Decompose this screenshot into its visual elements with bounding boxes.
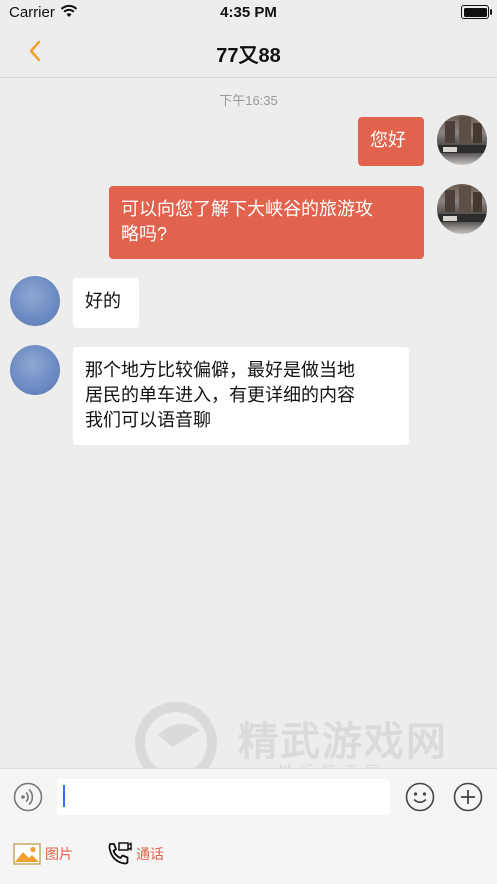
message-timestamp: 下午16:35: [219, 93, 278, 108]
phone-call-icon: [108, 842, 132, 865]
voice-icon[interactable]: [13, 782, 43, 817]
incoming-message[interactable]: 那个地方比较偏僻，最好是做当地 居民的单车进入，有更详细的内容 我们可以语音聊: [73, 347, 409, 445]
avatar[interactable]: [10, 345, 60, 395]
message-input[interactable]: [57, 779, 390, 815]
incoming-message[interactable]: 好的: [73, 278, 139, 328]
battery-icon: [461, 5, 492, 19]
page-title: 77又88: [216, 45, 281, 67]
status-bar: Carrier 4:35 PM: [0, 0, 497, 26]
outgoing-message[interactable]: 可以向您了解下大峡谷的旅游攻 略吗?: [109, 186, 424, 259]
message-line: 您好: [370, 130, 406, 150]
call-button-label: 通话: [136, 846, 164, 862]
message-line: 居民的单车进入，有更详细的内容: [85, 385, 355, 405]
call-button[interactable]: 通话: [106, 841, 164, 867]
message-line: 略吗?: [121, 224, 168, 244]
emoji-icon[interactable]: [405, 782, 435, 817]
status-time: 4:35 PM: [220, 4, 277, 21]
image-button[interactable]: 图片: [13, 841, 73, 867]
image-button-label: 图片: [45, 846, 73, 862]
message-line: 好的: [85, 291, 121, 311]
avatar[interactable]: [10, 276, 60, 326]
watermark-text: 精武游戏网: [238, 720, 448, 764]
outgoing-message[interactable]: 您好: [358, 117, 424, 166]
image-icon: [13, 843, 41, 865]
message-line: 可以向您了解下大峡谷的旅游攻: [121, 199, 373, 219]
input-bar: 图片 通话: [0, 768, 497, 884]
message-line: 那个地方比较偏僻，最好是做当地: [85, 360, 355, 380]
message-line: 我们可以语音聊: [85, 410, 211, 430]
avatar[interactable]: [437, 184, 487, 234]
add-icon[interactable]: [453, 782, 483, 817]
nav-bar: 77又88: [0, 26, 497, 78]
avatar[interactable]: [437, 115, 487, 165]
text-caret: [63, 785, 65, 807]
